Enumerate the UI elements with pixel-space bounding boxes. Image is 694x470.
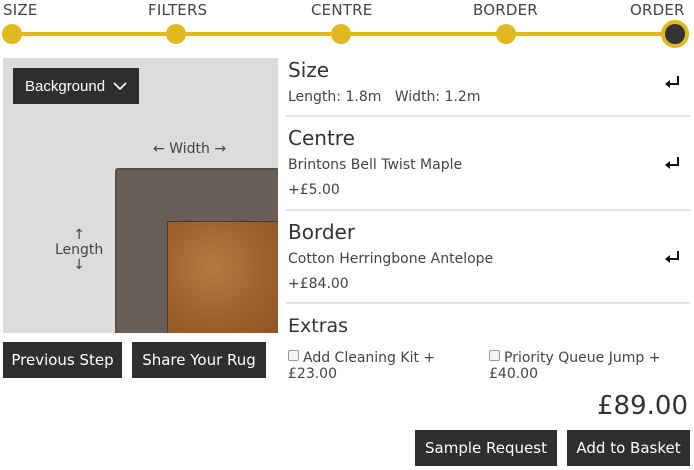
rug-centre-swatch [168,222,278,333]
step-dot-order-current [661,20,689,48]
arrow-down-icon: ↓ [55,258,103,273]
priority-queue-price: £40.00 [489,366,538,382]
step-label-size[interactable]: SIZE [3,1,38,19]
size-dimensions: Length: 1.8m Width: 1.2m [288,89,480,105]
add-to-basket-button[interactable]: Add to Basket [567,430,690,466]
chevron-down-icon [113,81,127,91]
undo-size-icon[interactable] [664,74,680,88]
divider [286,302,690,304]
undo-border-icon[interactable] [664,249,680,263]
share-rug-button[interactable]: Share Your Rug [132,342,266,378]
length-value: 1.8m [345,89,381,105]
step-dot-centre[interactable] [331,24,351,44]
width-label-text: Width: [395,89,440,105]
centre-price: +£5.00 [288,182,340,198]
cleaning-kit-label: Add Cleaning Kit + [303,350,435,366]
priority-queue-checkbox[interactable] [489,350,500,361]
arrow-left-icon: ← [153,141,165,157]
border-price: +£84.00 [288,276,349,292]
step-label-border[interactable]: BORDER [473,1,538,19]
divider [286,209,690,211]
step-label-order: ORDER [630,1,685,19]
centre-title: Centre [288,126,355,150]
size-title: Size [288,58,329,82]
border-name: Cotton Herringbone Antelope [288,251,493,267]
length-label-text: Length: [288,89,341,105]
step-label-centre[interactable]: CENTRE [311,1,372,19]
previous-step-button[interactable]: Previous Step [3,342,122,378]
width-dimension: ← Width → [153,141,226,157]
priority-queue-label: Priority Queue Jump + [504,350,660,366]
arrow-up-icon: ↑ [55,228,103,243]
cleaning-kit-checkbox[interactable] [288,350,299,361]
progress-stepper: SIZE FILTERS CENTRE BORDER ORDER [0,0,694,50]
border-title: Border [288,220,355,244]
cleaning-kit-price: £23.00 [288,366,337,382]
total-price: £89.00 [597,391,688,421]
undo-centre-icon[interactable] [664,155,680,169]
width-value: 1.2m [445,89,481,105]
centre-name: Brintons Bell Twist Maple [288,157,462,173]
background-dropdown-label: Background [25,78,105,95]
extra-priority-queue[interactable]: Priority Queue Jump + £40.00 [489,350,689,382]
step-label-filters[interactable]: FILTERS [148,1,207,19]
extras-title: Extras [288,315,348,337]
length-label: Length [55,243,103,258]
step-dot-border[interactable] [496,24,516,44]
width-label: Width [169,141,210,157]
sample-request-button[interactable]: Sample Request [415,430,557,466]
divider [286,115,690,117]
arrow-right-icon: → [214,141,226,157]
length-dimension: ↑ Length ↓ [55,228,103,273]
rug-preview: Background ← Width → ↑ Length ↓ [3,58,278,333]
step-dot-size[interactable] [2,24,22,44]
extra-cleaning-kit[interactable]: Add Cleaning Kit + £23.00 [288,350,478,382]
step-dot-filters[interactable] [166,24,186,44]
background-dropdown[interactable]: Background [13,68,139,104]
